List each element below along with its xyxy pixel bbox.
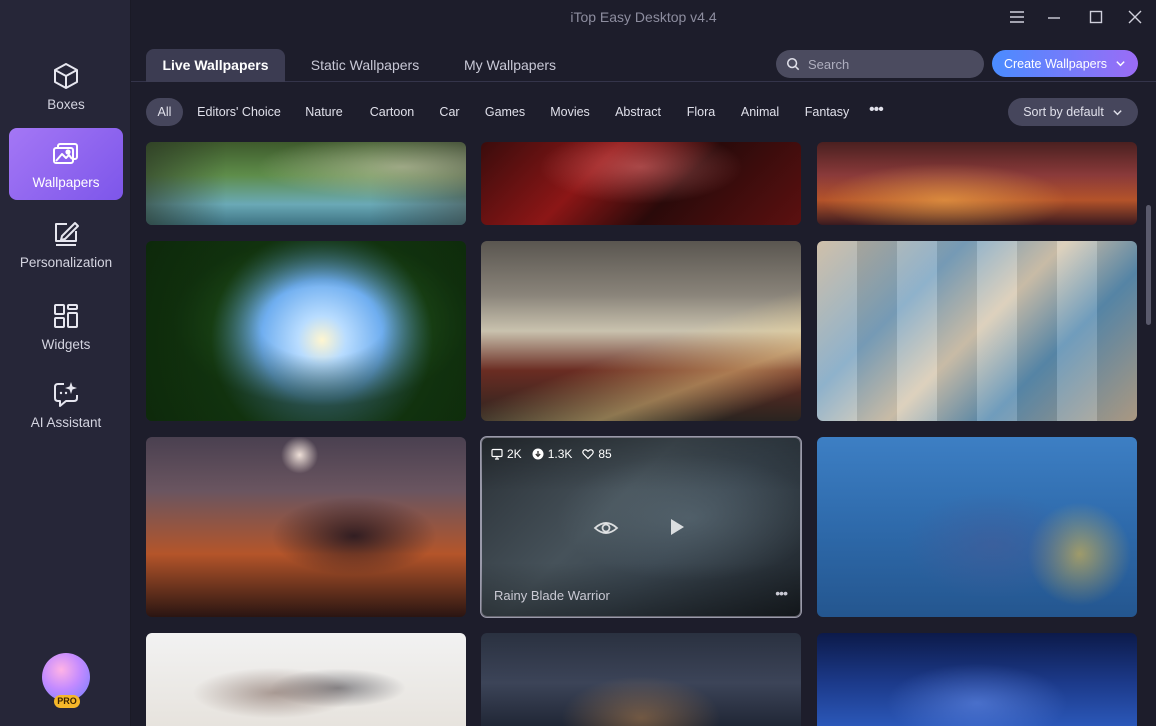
category-filters: All Editors' Choice Nature Cartoon Car G… bbox=[131, 82, 1156, 140]
wallpaper-card[interactable] bbox=[481, 241, 801, 421]
window-title: iTop Easy Desktop v4.4 bbox=[570, 9, 717, 25]
maximize-button[interactable] bbox=[1083, 6, 1109, 28]
filter-chip-animal[interactable]: Animal bbox=[738, 98, 782, 126]
chevron-down-icon bbox=[1116, 61, 1125, 67]
filter-chip-flora[interactable]: Flora bbox=[685, 98, 717, 126]
wallpaper-card[interactable] bbox=[817, 633, 1137, 726]
filter-chip-games[interactable]: Games bbox=[483, 98, 527, 126]
image-icon bbox=[53, 142, 78, 164]
filter-chip-movies[interactable]: Movies bbox=[547, 98, 593, 126]
sidebar-item-boxes[interactable]: Boxes bbox=[9, 50, 123, 122]
filter-chip-cartoon[interactable]: Cartoon bbox=[366, 98, 418, 126]
ai-chat-icon bbox=[54, 381, 78, 407]
likes-stat: 85 bbox=[582, 447, 612, 461]
monitor-icon bbox=[491, 448, 503, 460]
create-wallpapers-button[interactable]: Create Wallpapers bbox=[992, 50, 1138, 77]
title-bar: iTop Easy Desktop v4.4 bbox=[131, 0, 1156, 36]
sidebar-item-ai-assistant[interactable]: AI Assistant bbox=[9, 368, 123, 440]
wallpaper-card[interactable] bbox=[481, 633, 801, 726]
tabs-row: Live Wallpapers Static Wallpapers My Wal… bbox=[131, 36, 1156, 82]
wallpaper-card[interactable] bbox=[146, 633, 466, 726]
filter-chip-editors-choice[interactable]: Editors' Choice bbox=[195, 98, 283, 126]
minimize-button[interactable] bbox=[1041, 6, 1067, 28]
play-icon[interactable] bbox=[671, 519, 684, 535]
wallpaper-card[interactable] bbox=[817, 241, 1137, 421]
filter-chip-fantasy[interactable]: Fantasy bbox=[804, 98, 850, 126]
sort-dropdown[interactable]: Sort by default bbox=[1008, 98, 1138, 126]
filter-chip-abstract[interactable]: Abstract bbox=[613, 98, 663, 126]
wallpaper-card[interactable] bbox=[146, 142, 466, 225]
search-box[interactable] bbox=[776, 50, 984, 78]
sidebar-item-label: Personalization bbox=[19, 254, 113, 270]
maximize-icon bbox=[1089, 10, 1103, 24]
wallpaper-card[interactable] bbox=[817, 437, 1137, 617]
sidebar-item-label: Wallpapers bbox=[32, 174, 100, 190]
wallpaper-card[interactable] bbox=[146, 241, 466, 421]
sidebar-item-label: Widgets bbox=[41, 336, 91, 352]
close-button[interactable] bbox=[1122, 6, 1148, 28]
wallpaper-card[interactable] bbox=[481, 142, 801, 225]
heart-icon bbox=[582, 449, 595, 460]
search-input[interactable] bbox=[808, 56, 968, 72]
card-title: Rainy Blade Warrior bbox=[494, 588, 610, 603]
search-icon bbox=[786, 57, 800, 71]
avatar[interactable] bbox=[42, 653, 90, 701]
menu-button[interactable] bbox=[1004, 6, 1030, 28]
wallpaper-card[interactable] bbox=[817, 142, 1137, 225]
more-categories-button[interactable]: ••• bbox=[869, 98, 884, 126]
download-icon bbox=[532, 448, 544, 460]
filter-chip-all[interactable]: All bbox=[146, 98, 183, 126]
card-stats: 2K 1.3K 85 bbox=[491, 447, 612, 461]
pen-frame-icon bbox=[55, 221, 79, 246]
sort-label: Sort by default bbox=[1023, 105, 1104, 119]
wallpaper-card[interactable] bbox=[146, 437, 466, 617]
scrollbar-thumb[interactable] bbox=[1146, 205, 1151, 325]
close-icon bbox=[1128, 10, 1142, 24]
sidebar-item-label: Boxes bbox=[47, 96, 85, 112]
downloads-stat: 1.3K bbox=[532, 447, 572, 461]
create-wallpapers-label: Create Wallpapers bbox=[1003, 56, 1108, 71]
widgets-icon bbox=[54, 303, 78, 328]
sidebar-item-wallpapers[interactable]: Wallpapers bbox=[9, 128, 123, 200]
filter-chip-car[interactable]: Car bbox=[437, 98, 462, 126]
hamburger-icon bbox=[1010, 11, 1024, 23]
pro-badge: PRO bbox=[54, 695, 80, 708]
views-stat: 2K bbox=[491, 447, 522, 461]
sidebar-item-widgets[interactable]: Widgets bbox=[9, 290, 123, 362]
sidebar: Boxes Wallpapers Personalization Widgets… bbox=[0, 0, 131, 726]
tab-live-wallpapers[interactable]: Live Wallpapers bbox=[146, 49, 285, 82]
wallpaper-card-rainy-blade-warrior[interactable]: 2K 1.3K 85 Rainy Blade Warrior ••• bbox=[480, 436, 802, 618]
wallpaper-grid: 2K 1.3K 85 Rainy Blade Warrior ••• bbox=[146, 142, 1138, 726]
tab-my-wallpapers[interactable]: My Wallpapers bbox=[447, 49, 573, 82]
card-more-button[interactable]: ••• bbox=[775, 585, 788, 601]
tab-static-wallpapers[interactable]: Static Wallpapers bbox=[296, 49, 434, 82]
filter-chip-nature[interactable]: Nature bbox=[301, 98, 347, 126]
cube-icon bbox=[54, 62, 78, 89]
sidebar-item-personalization[interactable]: Personalization bbox=[9, 208, 123, 280]
chevron-down-icon bbox=[1113, 109, 1122, 115]
sidebar-item-label: AI Assistant bbox=[30, 414, 102, 430]
eye-icon[interactable] bbox=[593, 515, 619, 541]
minimize-icon bbox=[1048, 17, 1060, 19]
